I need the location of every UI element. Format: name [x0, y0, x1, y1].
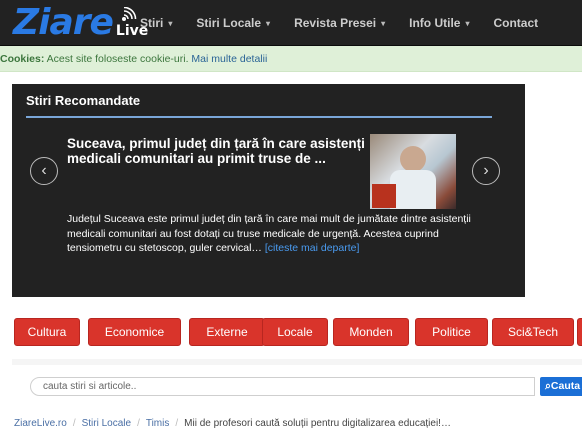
category-scitech-button[interactable]: Sci&Tech: [492, 318, 574, 346]
nav-item-revista-presei[interactable]: Revista Presei ▾: [294, 0, 385, 46]
breadcrumb-current-article: Mii de profesori caută soluții pentru di…: [184, 418, 451, 429]
nav-item-stiri[interactable]: Stiri ▾: [140, 0, 172, 46]
category-locale-button[interactable]: Locale: [262, 318, 328, 346]
breadcrumb-stiri-locale[interactable]: Stiri Locale: [82, 418, 131, 429]
nav-item-label: Stiri: [140, 16, 164, 30]
cookie-text: Acest site foloseste cookie-uri.: [44, 53, 192, 65]
article-thumbnail[interactable]: [370, 134, 456, 209]
separator-band: [12, 359, 582, 365]
cookie-notice: Cookies: Acest site foloseste cookie-uri…: [0, 46, 582, 72]
cookie-label: Cookies:: [0, 53, 45, 65]
caret-down-icon: ▾: [381, 18, 386, 28]
chevron-right-icon: ›: [483, 162, 489, 179]
breadcrumb-separator: /: [175, 418, 179, 429]
chevron-left-icon: ‹: [41, 162, 47, 179]
cookie-details-link[interactable]: Mai multe detalii: [191, 53, 267, 65]
carousel-next-button[interactable]: ›: [472, 157, 500, 185]
carousel-prev-button[interactable]: ‹: [30, 157, 58, 185]
category-externe-button[interactable]: Externe: [189, 318, 265, 346]
broadcast-icon: [121, 7, 137, 21]
panel-title: Stiri Recomandate: [26, 93, 141, 108]
nav-item-stiri-locale[interactable]: Stiri Locale ▾: [196, 0, 270, 46]
caret-down-icon: ▾: [266, 18, 271, 28]
nav-item-label: Revista Presei: [294, 16, 377, 30]
breadcrumb-timis[interactable]: Timis: [146, 418, 170, 429]
logo-text: Ziare: [13, 2, 114, 43]
nav-item-contact[interactable]: Contact: [493, 0, 538, 46]
category-politice-button[interactable]: Politice: [415, 318, 488, 346]
article-headline[interactable]: Suceava, primul județ din țară în care a…: [67, 136, 367, 166]
nav-menu: Stiri ▾ Stiri Locale ▾ Revista Presei ▾ …: [140, 0, 562, 46]
search-button-label: Cauta: [550, 380, 581, 392]
breadcrumb: ZiareLive.ro / Stiri Locale / Timis / Mii de p…: [14, 418, 451, 429]
caret-down-icon: ▾: [465, 18, 470, 28]
search-input[interactable]: [30, 377, 535, 396]
read-more-link[interactable]: [citeste mai departe]: [265, 242, 360, 254]
category-bar: Cultura Economice Externe Locale Monden …: [14, 318, 582, 346]
article-excerpt: Județul Suceava este primul județ din ța…: [67, 212, 477, 256]
breadcrumb-home[interactable]: ZiareLive.ro: [14, 418, 67, 429]
breadcrumb-separator: /: [137, 418, 140, 429]
category-monden-button[interactable]: Monden: [333, 318, 409, 346]
nav-item-info-utile[interactable]: Info Utile ▾: [409, 0, 469, 46]
breadcrumb-separator: /: [72, 418, 76, 429]
category-economice-button[interactable]: Economice: [88, 318, 181, 346]
nav-item-label: Stiri Locale: [196, 16, 262, 30]
nav-item-label: Info Utile: [409, 16, 461, 30]
top-navbar: Ziare Live Stiri ▾ Stiri Locale ▾ Revist…: [0, 0, 582, 46]
nav-item-label: Contact: [493, 16, 539, 30]
site-logo[interactable]: Ziare Live: [13, 2, 148, 43]
caret-down-icon: ▾: [168, 18, 173, 28]
search-button[interactable]: ⌕Cauta: [540, 377, 582, 396]
category-more-button[interactable]: [577, 318, 582, 346]
recommended-news-panel: Stiri Recomandate ‹ Suceava, primul jude…: [12, 84, 525, 297]
title-underline: [26, 116, 492, 118]
category-cultura-button[interactable]: Cultura: [14, 318, 80, 346]
